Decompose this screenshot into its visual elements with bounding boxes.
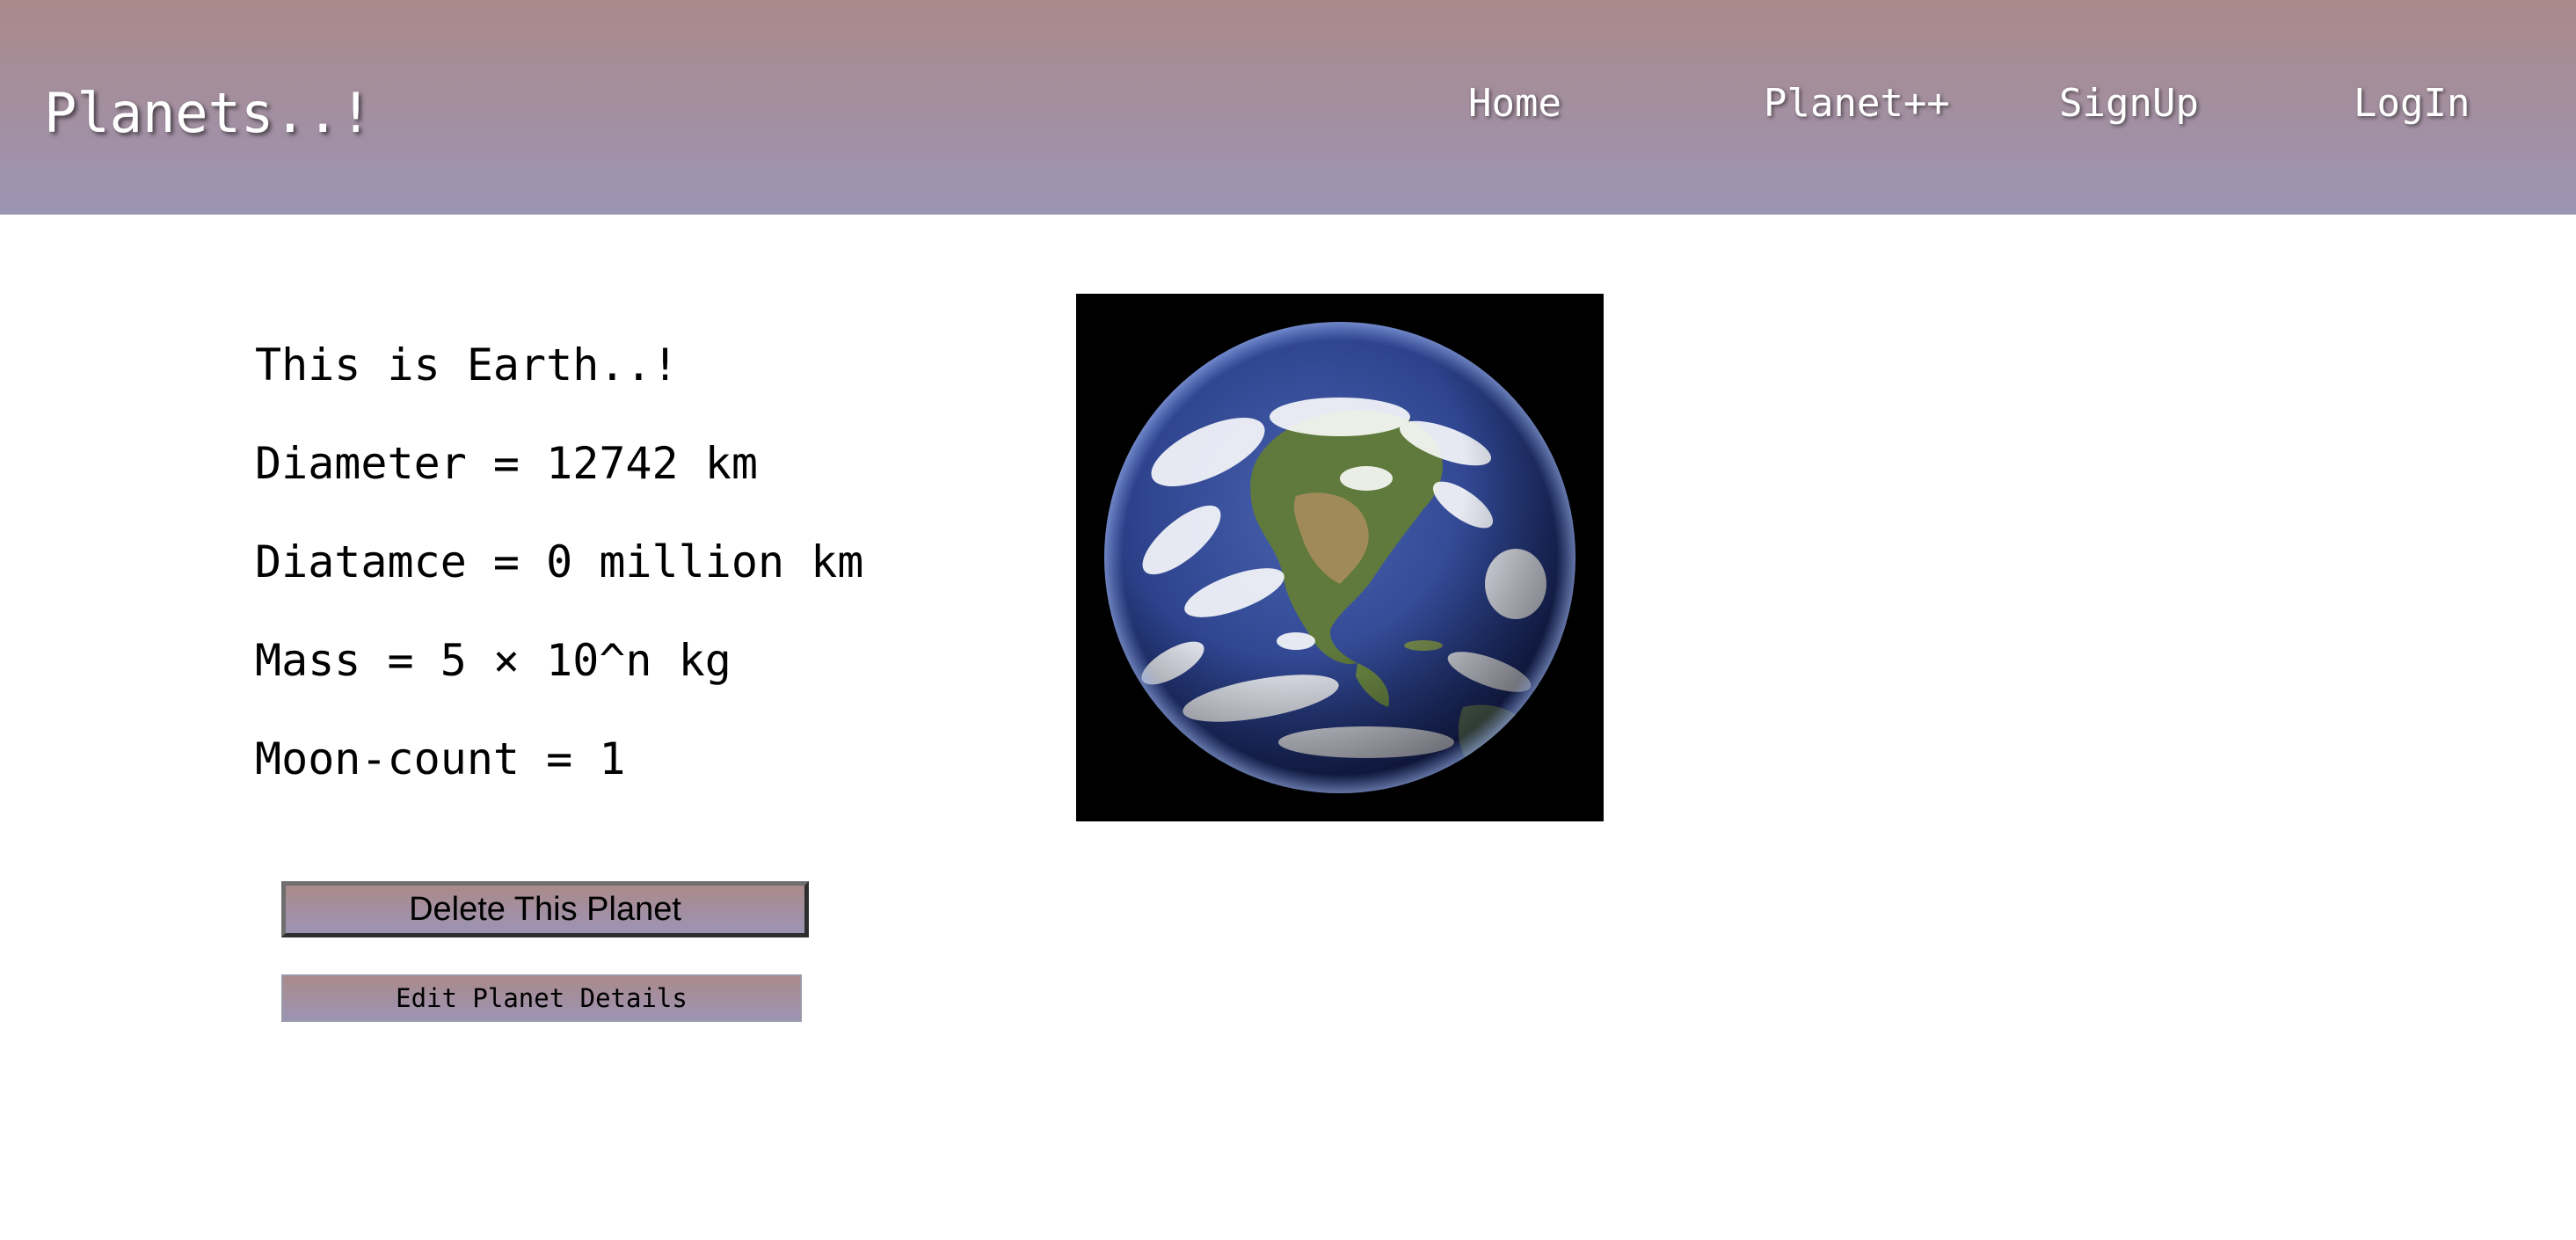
planet-title: This is Earth..! [255,339,679,390]
planet-distance: Diatamce = 0 million km [255,536,864,587]
planet-diameter: Diameter = 12742 km [255,438,758,489]
nav-signup-link[interactable]: SignUp [2059,84,2199,123]
planet-moon-count: Moon-count = 1 [255,733,626,784]
edit-planet-button[interactable]: Edit Planet Details [281,974,802,1022]
site-brand[interactable]: Planets..! [44,86,372,141]
nav-add-planet-link[interactable]: Planet++ [1764,84,1950,123]
planet-image [1076,294,1604,821]
delete-planet-button[interactable]: Delete This Planet [281,881,809,937]
nav-home-link[interactable]: Home [1468,84,1561,123]
planet-mass: Mass = 5 × 10^n kg [255,635,731,686]
header-bar: Planets..! Home Planet++ SignUp LogIn [0,0,2576,215]
earth-globe-icon [1076,294,1604,821]
nav-login-link[interactable]: LogIn [2354,84,2470,123]
